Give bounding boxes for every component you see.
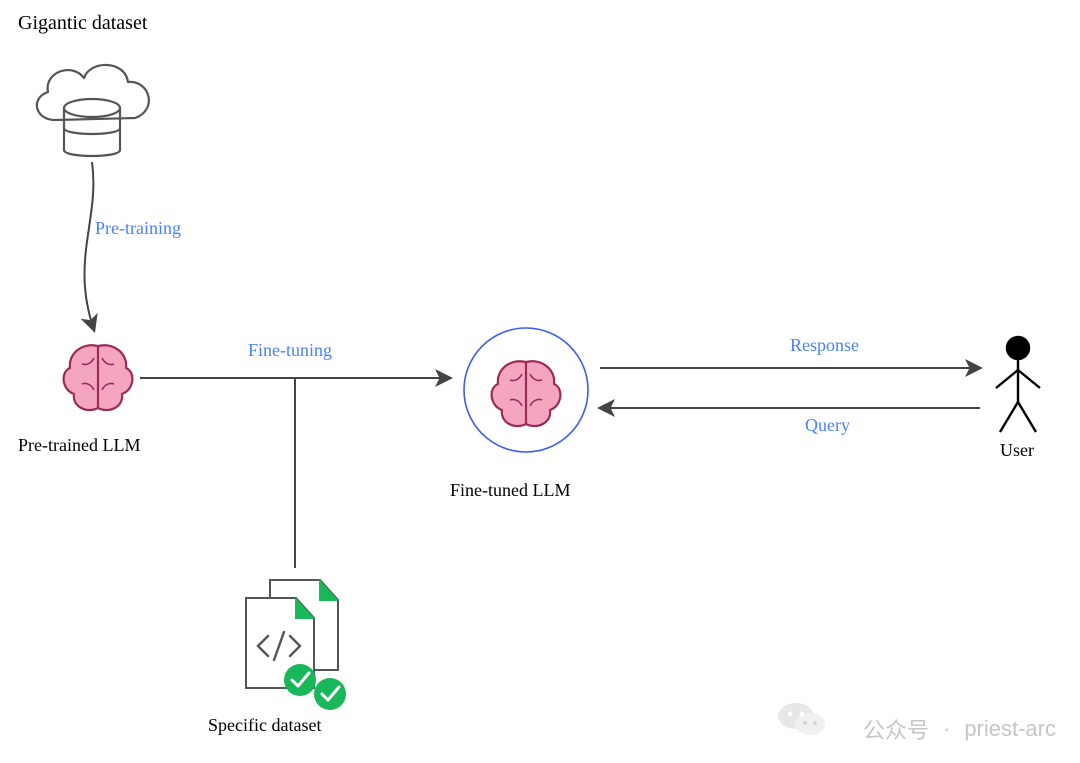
watermark: 公众号 · priest-arc [805,713,1056,745]
watermark-dot: · [943,716,950,742]
cloud-database-icon [37,65,149,156]
watermark-prefix: 公众号 [863,713,929,745]
arrow-pretraining [84,162,94,330]
files-icon-specific-dataset [246,580,346,710]
watermark-name: priest-arc [964,716,1056,742]
diagram-canvas: Gigantic dataset Pre-training Pre-traine… [0,0,1080,763]
brain-icon-finetuned [492,361,561,426]
user-icon [996,337,1040,432]
brain-icon-pretrained [64,345,133,410]
diagram-svg [0,0,1080,763]
